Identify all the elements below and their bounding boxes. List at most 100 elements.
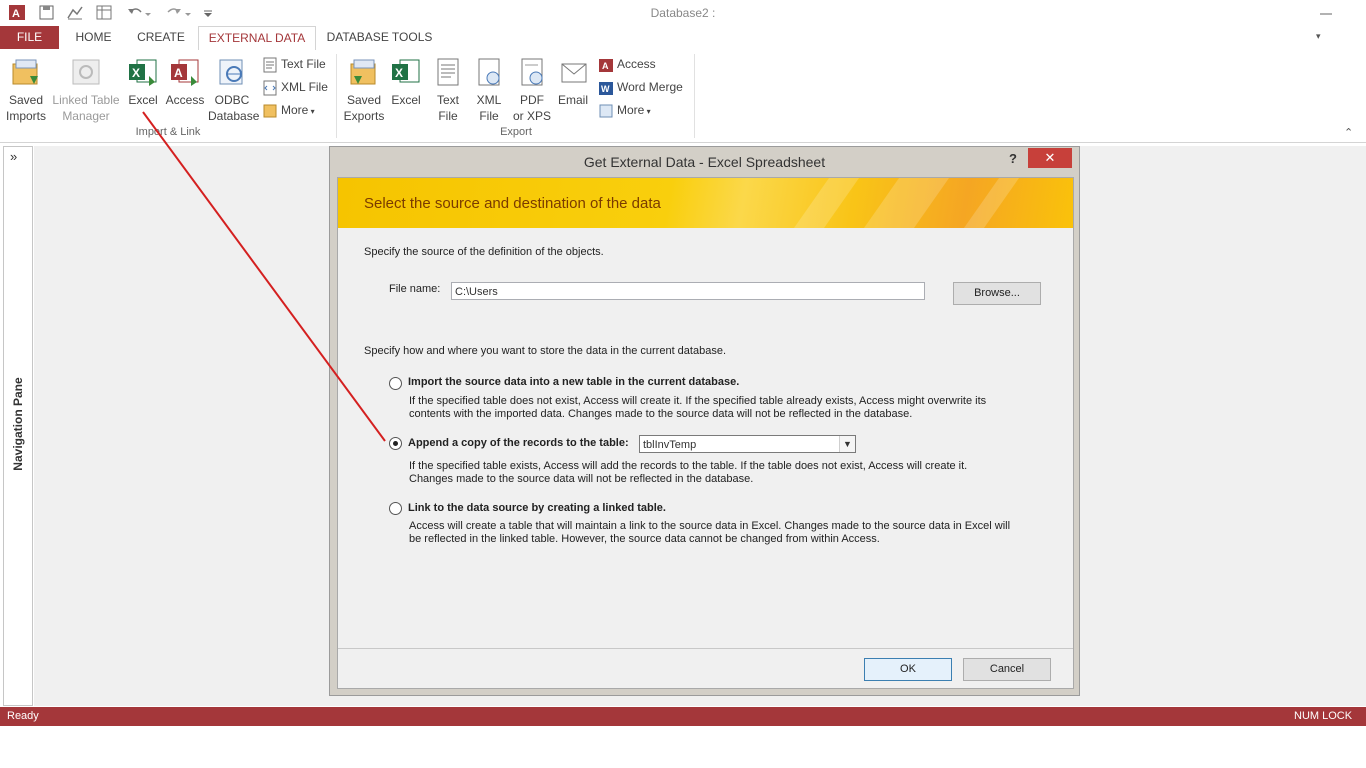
saved-imports-icon [10, 56, 42, 88]
append-records-label[interactable]: Append a copy of the records to the tabl… [408, 437, 629, 449]
tab-file[interactable]: FILE [0, 26, 59, 49]
browse-button[interactable]: Browse... [953, 282, 1041, 305]
odbc-database-label: ODBC Database [208, 93, 260, 123]
linked-table-manager-icon [70, 56, 102, 88]
link-table-desc: be reflected in the linked table. Howeve… [409, 533, 880, 545]
cancel-button[interactable]: Cancel [963, 658, 1051, 681]
export-pdf-button[interactable]: PDF or XPS [512, 56, 552, 124]
import-excel-label: Excel [128, 93, 158, 107]
group-separator [336, 54, 337, 138]
export-xml-file-label: XML File [476, 93, 502, 123]
export-more-label: More [617, 103, 645, 117]
tab-database-tools[interactable]: DATABASE TOOLS [322, 26, 437, 49]
import-xml-file-label: XML File [281, 80, 328, 94]
excel-export-icon: X [390, 56, 422, 88]
append-records-radio[interactable] [389, 437, 402, 450]
import-access-label: Access [165, 93, 205, 107]
tab-create[interactable]: CREATE [131, 26, 191, 49]
saved-exports-button[interactable]: Saved Exports [342, 56, 386, 124]
link-table-radio[interactable] [389, 502, 402, 515]
text-file-icon [262, 57, 278, 73]
export-email-label: Email [557, 93, 588, 107]
excel-icon: X [127, 56, 159, 88]
export-access-label: Access [617, 57, 656, 71]
export-text-file-label: Text File [436, 93, 459, 123]
store-intro-text: Specify how and where you want to store … [364, 345, 727, 357]
xml-export-icon [473, 56, 505, 88]
link-table-desc: Access will create a table that will mai… [409, 520, 1011, 532]
link-table-label[interactable]: Link to the data source by creating a li… [408, 502, 666, 514]
word-merge-button[interactable]: W Word Merge [598, 78, 683, 96]
dialog-body: Select the source and destination of the… [337, 177, 1074, 689]
email-icon [557, 56, 589, 88]
dialog-title: Get External Data - Excel Spreadsheet [583, 154, 826, 170]
import-text-file-button[interactable]: Text File [262, 55, 326, 73]
export-xml-file-button[interactable]: XML File [471, 56, 507, 124]
odbc-database-button[interactable]: ODBC Database [208, 56, 260, 124]
import-new-table-radio[interactable] [389, 377, 402, 390]
nav-expand-icon[interactable]: » [10, 149, 17, 164]
minimize-icon[interactable] [1318, 4, 1334, 21]
linked-table-manager-button[interactable]: Linked Table Manager [51, 56, 121, 124]
export-pdf-label: PDF or XPS [512, 93, 551, 123]
window-title: Database2 : [650, 6, 716, 20]
collapse-ribbon-icon[interactable]: ⌃ [1344, 126, 1353, 139]
dropdown-arrow-icon: ▾ [644, 107, 651, 116]
tab-home[interactable]: HOME [66, 26, 121, 49]
file-name-input[interactable]: C:\Users [451, 282, 925, 300]
export-email-button[interactable]: Email [556, 56, 590, 108]
word-merge-label: Word Merge [617, 80, 683, 94]
import-text-file-label: Text File [281, 57, 326, 71]
dialog-banner: Select the source and destination of the… [338, 178, 1073, 228]
group-separator [694, 54, 695, 138]
svg-text:X: X [132, 66, 140, 80]
export-more-button[interactable]: More ▾ [598, 101, 651, 119]
export-excel-button[interactable]: X Excel [389, 56, 423, 108]
navigation-pane-label: Navigation Pane [11, 377, 25, 471]
more-icon [262, 103, 278, 119]
tab-external-data[interactable]: EXTERNAL DATA [198, 26, 316, 52]
import-more-label: More [281, 103, 309, 117]
export-access-button[interactable]: A Access [598, 55, 656, 73]
text-export-icon [432, 56, 464, 88]
status-bar: Ready NUM LOCK [0, 707, 1366, 726]
import-xml-file-button[interactable]: XML File [262, 78, 328, 96]
saved-exports-icon [348, 56, 380, 88]
import-excel-button[interactable]: X Excel [126, 56, 160, 108]
ok-button[interactable]: OK [864, 658, 952, 681]
banner-heading: Select the source and destination of the… [364, 195, 661, 212]
target-table-value: tblInvTemp [643, 439, 697, 451]
chevron-down-icon[interactable]: ▼ [839, 436, 855, 452]
import-more-button[interactable]: More ▾ [262, 101, 315, 119]
saved-imports-label: Saved Imports [5, 93, 46, 123]
import-access-button[interactable]: A Access [164, 56, 206, 108]
export-group-label: Export [500, 126, 532, 138]
linked-table-manager-label: Linked Table Manager [52, 93, 120, 123]
more-export-icon [598, 103, 614, 119]
svg-text:A: A [602, 61, 609, 71]
banner-decoration [779, 178, 867, 228]
footer-divider [338, 648, 1073, 649]
svg-text:X: X [395, 66, 403, 80]
ribbon-options-icon[interactable]: ▾ [1316, 31, 1321, 42]
import-new-table-desc: contents with the imported data. Changes… [409, 408, 913, 420]
saved-imports-button[interactable]: Saved Imports [3, 56, 49, 124]
svg-text:A: A [174, 66, 183, 80]
target-table-select[interactable]: tblInvTemp ▼ [639, 435, 856, 453]
banner-decoration [849, 178, 957, 228]
word-icon: W [598, 80, 614, 96]
source-intro-text: Specify the source of the definition of … [364, 246, 604, 258]
import-new-table-label[interactable]: Import the source data into a new table … [408, 376, 739, 388]
ribbon: Saved Imports Linked Table Manager X Exc… [0, 50, 1366, 143]
xml-file-icon [262, 80, 278, 96]
import-link-group-label: Import & Link [135, 126, 201, 138]
access-small-icon: A [598, 57, 614, 73]
export-excel-label: Excel [391, 93, 421, 107]
help-icon[interactable]: ? [1004, 150, 1022, 168]
num-lock-indicator: NUM LOCK [1294, 710, 1353, 722]
export-text-file-button[interactable]: Text File [430, 56, 466, 124]
pdf-icon [516, 56, 548, 88]
append-records-desc: If the specified table exists, Access wi… [409, 460, 968, 472]
close-icon[interactable]: ✕ [1028, 148, 1072, 168]
navigation-pane[interactable]: » Navigation Pane [3, 146, 33, 706]
